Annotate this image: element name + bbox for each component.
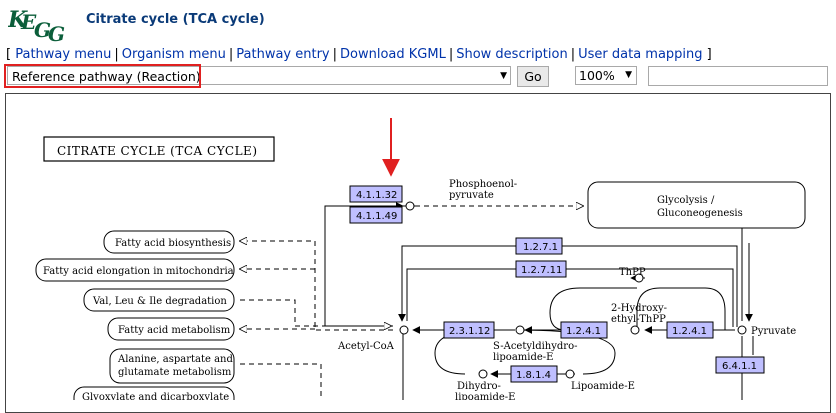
menu-separator: |: [228, 47, 234, 62]
enzyme-box[interactable]: 1.8.1.4: [510, 365, 558, 383]
menu-separator: |: [114, 47, 119, 62]
reaction-line: [240, 241, 393, 331]
go-button[interactable]: Go: [517, 66, 549, 87]
enzyme-label: 1.2.4.1: [566, 326, 601, 337]
compound-node-icon[interactable]: [405, 201, 415, 211]
page-title: Citrate cycle (TCA cycle): [86, 12, 265, 27]
reaction-line: [406, 268, 734, 327]
compound-label: pyruvate: [449, 190, 494, 201]
menu-pathway-entry[interactable]: Pathway entry: [236, 47, 329, 62]
pathway-label-part: Alanine, aspartate and: [117, 354, 233, 365]
map-title: CITRATE CYCLE (TCA CYCLE): [57, 144, 258, 158]
compound-label: lipoamide-E: [493, 352, 553, 363]
enzyme-label: 1.2.7.1: [523, 242, 558, 253]
reaction-line: [240, 363, 322, 400]
menu-show-description[interactable]: Show description: [456, 47, 568, 62]
search-input[interactable]: [648, 66, 828, 86]
menu-separator: |: [332, 47, 338, 62]
compound-label: Phosphoenol-: [449, 179, 517, 190]
enzyme-label: 4.1.1.49: [356, 211, 397, 222]
compound-label: ethyl-ThPP: [611, 314, 666, 325]
enzyme-label: 6.4.1.1: [722, 361, 757, 372]
pathway-label: Fatty acid elongation in mitochondria: [43, 266, 234, 277]
pathway-label: Val, Leu & Ile degradation: [92, 296, 227, 307]
menu-user-data-mapping[interactable]: User data mapping: [578, 47, 702, 62]
enzyme-box[interactable]: 4.1.1.49: [349, 206, 403, 224]
pathway-glycolysis-label: Gluconeogenesis: [657, 208, 743, 219]
enzyme-label: 1.2.4.1: [672, 326, 707, 337]
dropdown-arrow-icon: ▼: [500, 71, 507, 81]
compound-label: S-Acetyldihydro-: [493, 341, 577, 352]
compound-node-icon[interactable]: [478, 369, 488, 379]
enzyme-box[interactable]: 1.2.4.1: [560, 321, 608, 339]
dropdown-arrow-icon: ▼: [625, 70, 632, 80]
compound-label: Acetyl-CoA: [337, 341, 395, 352]
compound-node-icon[interactable]: [515, 325, 525, 335]
enzyme-label: 2.3.1.12: [449, 326, 490, 337]
enzyme-box[interactable]: 1.2.7.1: [515, 237, 563, 255]
svg-text:G: G: [48, 22, 65, 43]
compound-label: ThPP: [619, 267, 646, 278]
menu-close-bracket: ]: [706, 47, 712, 62]
menu-separator: |: [570, 47, 576, 62]
enzyme-box[interactable]: 2.3.1.12: [443, 321, 495, 339]
enzyme-box[interactable]: 6.4.1.1: [715, 356, 765, 374]
red-highlight-box: [4, 64, 201, 88]
compound-label: 2-Hydroxy-: [611, 303, 667, 314]
enzyme-label: 1.2.7.11: [521, 265, 562, 276]
compound-node-icon[interactable]: [630, 325, 640, 335]
compound-label: Lipoamide-E: [571, 381, 635, 392]
compound-node-icon[interactable]: [399, 325, 409, 335]
compound-label: Dihydro-: [457, 381, 501, 392]
compound-label: Pyruvate: [751, 326, 796, 337]
pathway-label-part: glutamate metabolism: [118, 367, 232, 378]
menu-open-bracket: [: [6, 47, 12, 62]
enzyme-box[interactable]: 1.2.4.1: [666, 321, 714, 339]
pathway-map: CITRATE CYCLE (TCA CYCLE) Glycolysis / G…: [35, 118, 806, 400]
menu-pathway-menu[interactable]: Pathway menu: [15, 47, 111, 62]
pathway-menu-bar: [ Pathway menu | Organism menu | Pathway ent…: [6, 47, 712, 62]
pathway-label: Fatty acid biosynthesis: [115, 238, 231, 249]
compound-node-icon[interactable]: [737, 325, 747, 335]
menu-separator: |: [448, 47, 454, 62]
zoom-select-value: 100%: [579, 68, 615, 83]
enzyme-box[interactable]: 4.1.1.32: [349, 185, 403, 203]
zoom-select[interactable]: 100% ▼: [575, 66, 637, 85]
compound-label: lipoamide-E: [455, 392, 515, 400]
enzyme-label: 1.8.1.4: [516, 370, 551, 381]
pathway-label: Fatty acid metabolism: [118, 325, 231, 336]
pathway-glycolysis-label: Glycolysis /: [657, 195, 715, 206]
menu-download-kgml[interactable]: Download KGML: [340, 47, 446, 62]
menu-organism-menu[interactable]: Organism menu: [122, 47, 226, 62]
enzyme-box[interactable]: 1.2.7.11: [515, 260, 567, 278]
pathway-label: Glyoxylate and dicarboxylate: [82, 392, 229, 400]
reaction-line: [398, 245, 738, 327]
enzyme-label: 4.1.1.32: [356, 190, 397, 201]
kegg-logo: K E G G: [8, 7, 65, 43]
compound-node-icon[interactable]: [565, 369, 575, 379]
